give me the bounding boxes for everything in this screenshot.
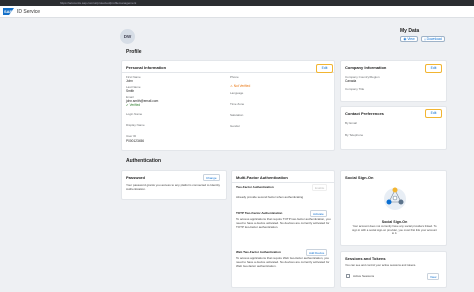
phone-status-text: Not Verified	[233, 84, 251, 88]
last-name-value: Smith	[126, 89, 135, 93]
company-title-label: Company Title	[345, 87, 365, 91]
active-sessions-checkbox[interactable]	[346, 274, 350, 278]
warning-icon: ⚠	[230, 84, 233, 88]
company-country-value: Canada	[345, 79, 357, 83]
first-name-value: John	[126, 79, 133, 83]
two-factor-label: Two-Factor Authentication	[236, 185, 274, 189]
profile-section-title: Profile	[126, 49, 142, 55]
by-email-label: By Email	[345, 121, 357, 125]
webauthn-description: To access applications that require Web …	[236, 256, 330, 268]
user-id-value: P000123456	[126, 139, 145, 143]
email-status-text: Verified	[129, 103, 141, 107]
webauthn-label: Web Two-Factor Authentication	[236, 250, 281, 254]
language-label: Language	[230, 91, 244, 95]
totp-description: To access applications that require TOTP…	[236, 217, 331, 229]
edit-contact-preferences-button[interactable]: Edit	[425, 109, 442, 118]
contact-preferences-title: Contact Preferences	[345, 111, 384, 116]
check-icon: ✔	[126, 103, 129, 107]
edit-company-information-button[interactable]: Edit	[425, 64, 442, 73]
password-description: Your password grants you access to any p…	[126, 183, 220, 191]
shell-bar: SAP ID Service	[0, 6, 474, 18]
authentication-section-title: Authentication	[126, 158, 161, 164]
view-data-label: View	[407, 37, 415, 41]
sessions-description: You can see and control your active sess…	[345, 263, 417, 267]
password-card: Password Change Your password grants you…	[121, 170, 227, 200]
contact-preferences-card: Contact Preferences Edit By Email By Tel…	[340, 106, 447, 150]
active-sessions-label: Active Sessions	[353, 274, 375, 278]
phone-label: Phone	[230, 75, 239, 79]
mfa-card: Multi-Factor Authentication Two-Factor A…	[231, 170, 335, 288]
social-sign-on-card: Social Sign-On Social Sign-On Your accou…	[340, 170, 447, 246]
phone-not-verified-status: ⚠ Not Verified	[230, 84, 250, 88]
user-id-label: User ID	[126, 134, 137, 138]
card-divider	[122, 72, 334, 73]
email-verified-status: ✔ Verified	[126, 103, 140, 107]
browser-url[interactable]: https://accounts.sap.com/ui/protected/pr…	[60, 1, 136, 5]
company-information-card: Company Information Edit Company Country…	[340, 60, 447, 102]
display-name-label: Display Name	[126, 123, 145, 127]
enable-two-factor-button[interactable]: Enable	[312, 184, 328, 191]
time-zone-label: Time Zone	[230, 102, 245, 106]
personal-information-title: Personal Information	[126, 65, 167, 70]
app-title: ID Service	[17, 9, 41, 15]
login-name-label: Login Name	[126, 112, 143, 116]
sessions-tokens-title: Sessions and Tokens	[345, 256, 386, 261]
avatar: DW	[120, 29, 135, 44]
eye-icon: ◉	[403, 37, 407, 41]
edit-personal-information-button[interactable]: Edit	[316, 64, 333, 73]
activate-totp-button[interactable]: Activate	[310, 210, 327, 217]
change-password-button[interactable]: Change	[203, 174, 220, 181]
social-sign-on-description: Your account does not currently have any…	[352, 224, 437, 235]
gender-label: Gender	[230, 124, 241, 128]
download-data-button[interactable]: ⤓ Download	[421, 36, 445, 42]
salutation-label: Salutation	[230, 113, 244, 117]
view-sessions-button[interactable]: View	[427, 273, 440, 280]
download-icon: ⤓	[424, 37, 426, 41]
view-data-button[interactable]: ◉ View	[400, 36, 418, 42]
social-sign-on-title: Social Sign-On	[345, 175, 374, 180]
my-data-title: My Data	[400, 28, 420, 34]
card-divider	[232, 182, 334, 183]
personal-information-card: Personal Information Edit First Name Joh…	[121, 60, 335, 151]
social-network-icon	[384, 187, 406, 210]
password-title: Password	[126, 175, 145, 180]
company-information-title: Company Information	[345, 65, 387, 70]
totp-label: TOTP Two-Factor Authentication	[236, 211, 283, 215]
two-factor-status: Already provide second factor when authe…	[236, 195, 304, 199]
mfa-title: Multi-Factor Authentication	[236, 175, 288, 180]
download-data-label: Download	[426, 37, 442, 41]
sessions-tokens-card: Sessions and Tokens You can see and cont…	[340, 251, 447, 288]
sap-logo: SAP	[3, 8, 14, 15]
add-device-button[interactable]: Add Device	[306, 249, 328, 256]
by-telephone-label: By Telephone	[345, 133, 364, 137]
